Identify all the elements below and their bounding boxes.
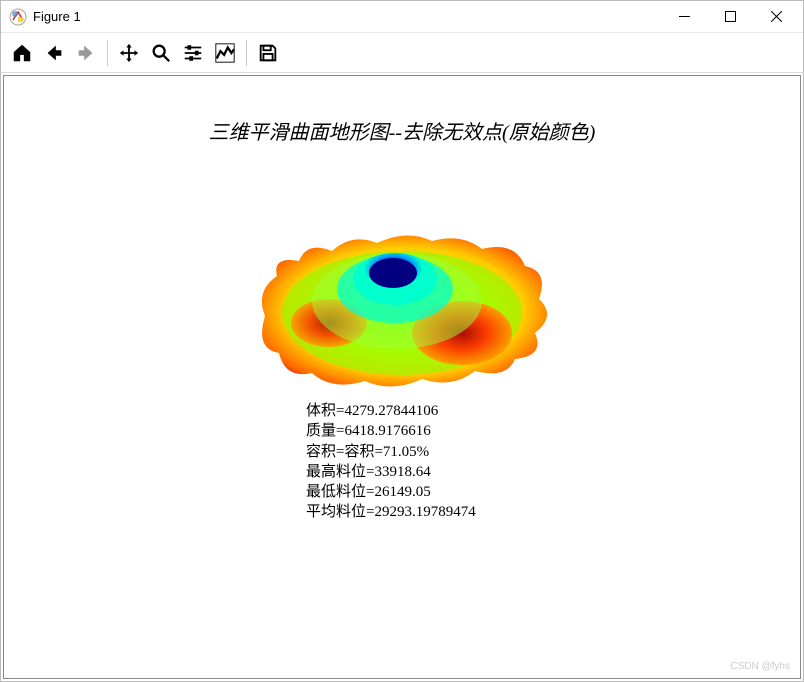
stat-mass: 质量=6418.9176616 <box>306 421 476 441</box>
back-button[interactable] <box>39 38 69 68</box>
home-button[interactable] <box>7 38 37 68</box>
figure-window: Figure 1 <box>0 0 804 682</box>
watermark: CSDN @fyhs <box>730 661 790 672</box>
minimize-button[interactable] <box>661 1 707 33</box>
app-icon <box>9 8 27 26</box>
configure-button[interactable] <box>178 38 208 68</box>
chart-title: 三维平滑曲面地形图--去除无效点(原始颜色) <box>4 116 800 145</box>
save-button[interactable] <box>253 38 283 68</box>
toolbar <box>1 33 803 73</box>
figure-canvas[interactable]: 三维平滑曲面地形图--去除无效点(原始颜色) <box>3 75 801 679</box>
stats-block: 体积=4279.27844106 质量=6418.9176616 容积=容积=7… <box>306 401 476 523</box>
stat-avg: 平均料位=29293.19789474 <box>306 502 476 522</box>
stat-capacity: 容积=容积=71.05% <box>306 442 476 462</box>
title-bar: Figure 1 <box>1 1 803 33</box>
surface-plot[interactable] <box>237 221 567 401</box>
forward-button[interactable] <box>71 38 101 68</box>
zoom-button[interactable] <box>146 38 176 68</box>
pan-button[interactable] <box>114 38 144 68</box>
stat-volume: 体积=4279.27844106 <box>306 401 476 421</box>
stat-min: 最低料位=26149.05 <box>306 482 476 502</box>
close-button[interactable] <box>753 1 799 33</box>
window-title: Figure 1 <box>33 9 81 24</box>
edit-button[interactable] <box>210 38 240 68</box>
toolbar-separator <box>107 40 108 66</box>
toolbar-separator <box>246 40 247 66</box>
stat-max: 最高料位=33918.64 <box>306 462 476 482</box>
maximize-button[interactable] <box>707 1 753 33</box>
